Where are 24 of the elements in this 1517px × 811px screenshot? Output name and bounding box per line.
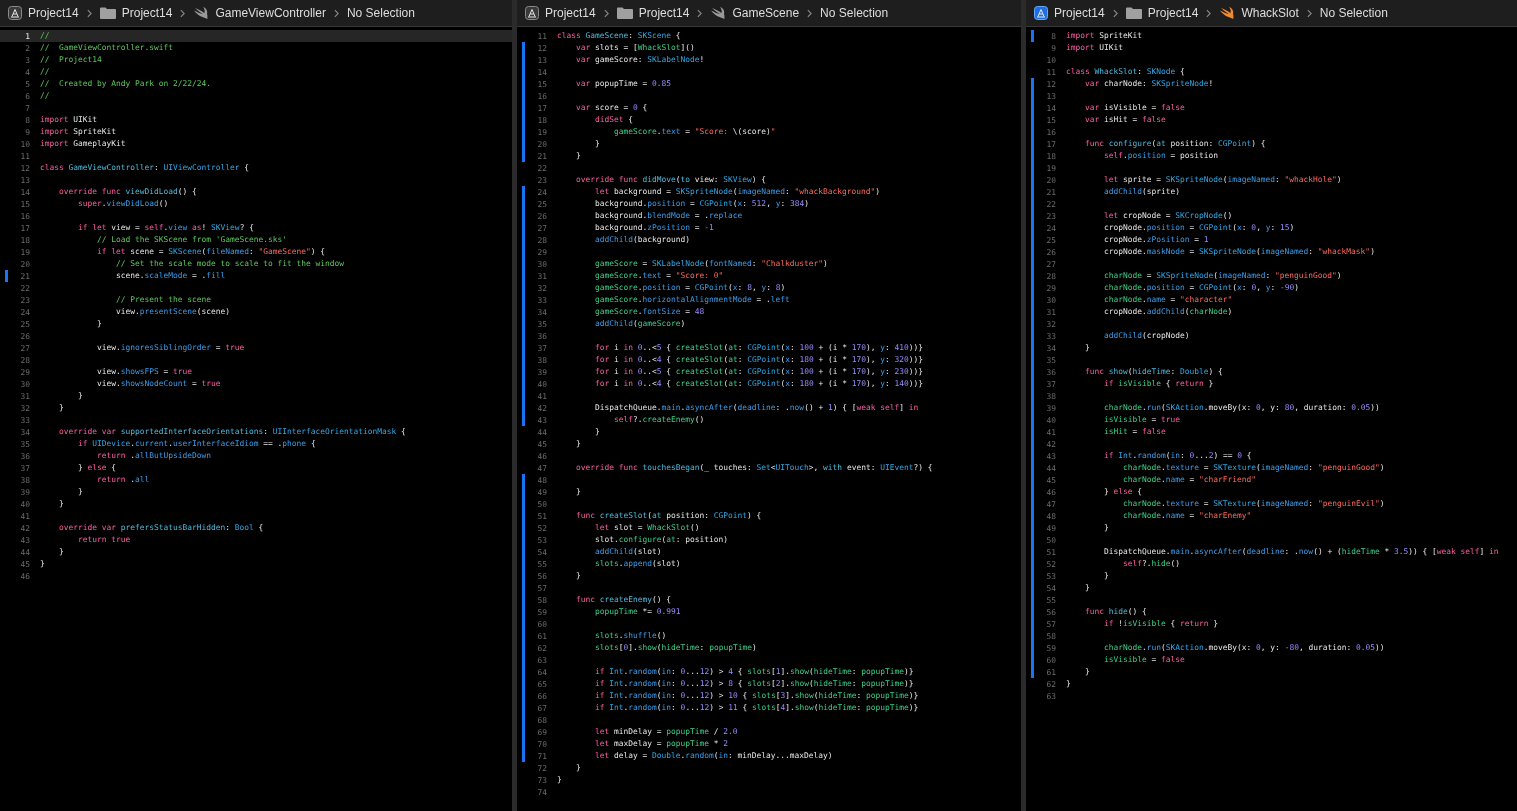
chevron-icon: [180, 8, 186, 18]
breadcrumb-item[interactable]: Project14: [1054, 6, 1105, 20]
breadcrumb-item[interactable]: Project14: [28, 6, 79, 20]
breadcrumb-item[interactable]: GameViewController: [215, 6, 326, 20]
chevron-icon: [807, 8, 813, 18]
chevron-icon: [1206, 8, 1212, 18]
breadcrumb-item[interactable]: Project14: [638, 6, 690, 20]
folder-icon: [1125, 7, 1142, 19]
breadcrumb-item[interactable]: No Selection: [820, 6, 889, 20]
chevron-icon: [333, 8, 339, 18]
breadcrumb-item[interactable]: Project14: [121, 6, 173, 20]
folder-icon: [99, 7, 116, 19]
breadcrumb-item[interactable]: No Selection: [1319, 6, 1388, 20]
breadcrumb-item[interactable]: GameScene: [732, 6, 800, 20]
breadcrumb-item[interactable]: No Selection: [346, 6, 415, 20]
chevron-icon: [1112, 8, 1118, 18]
chevron-icon: [697, 8, 703, 18]
breadcrumb-item[interactable]: Project14: [1147, 6, 1199, 20]
breadcrumb-item[interactable]: WhackSlot: [1241, 6, 1299, 20]
chevron-icon: [603, 8, 609, 18]
chevron-icon: [86, 8, 92, 18]
chevron-icon: [1306, 8, 1312, 18]
folder-icon: [616, 7, 633, 19]
breadcrumb-item[interactable]: Project14: [545, 6, 596, 20]
